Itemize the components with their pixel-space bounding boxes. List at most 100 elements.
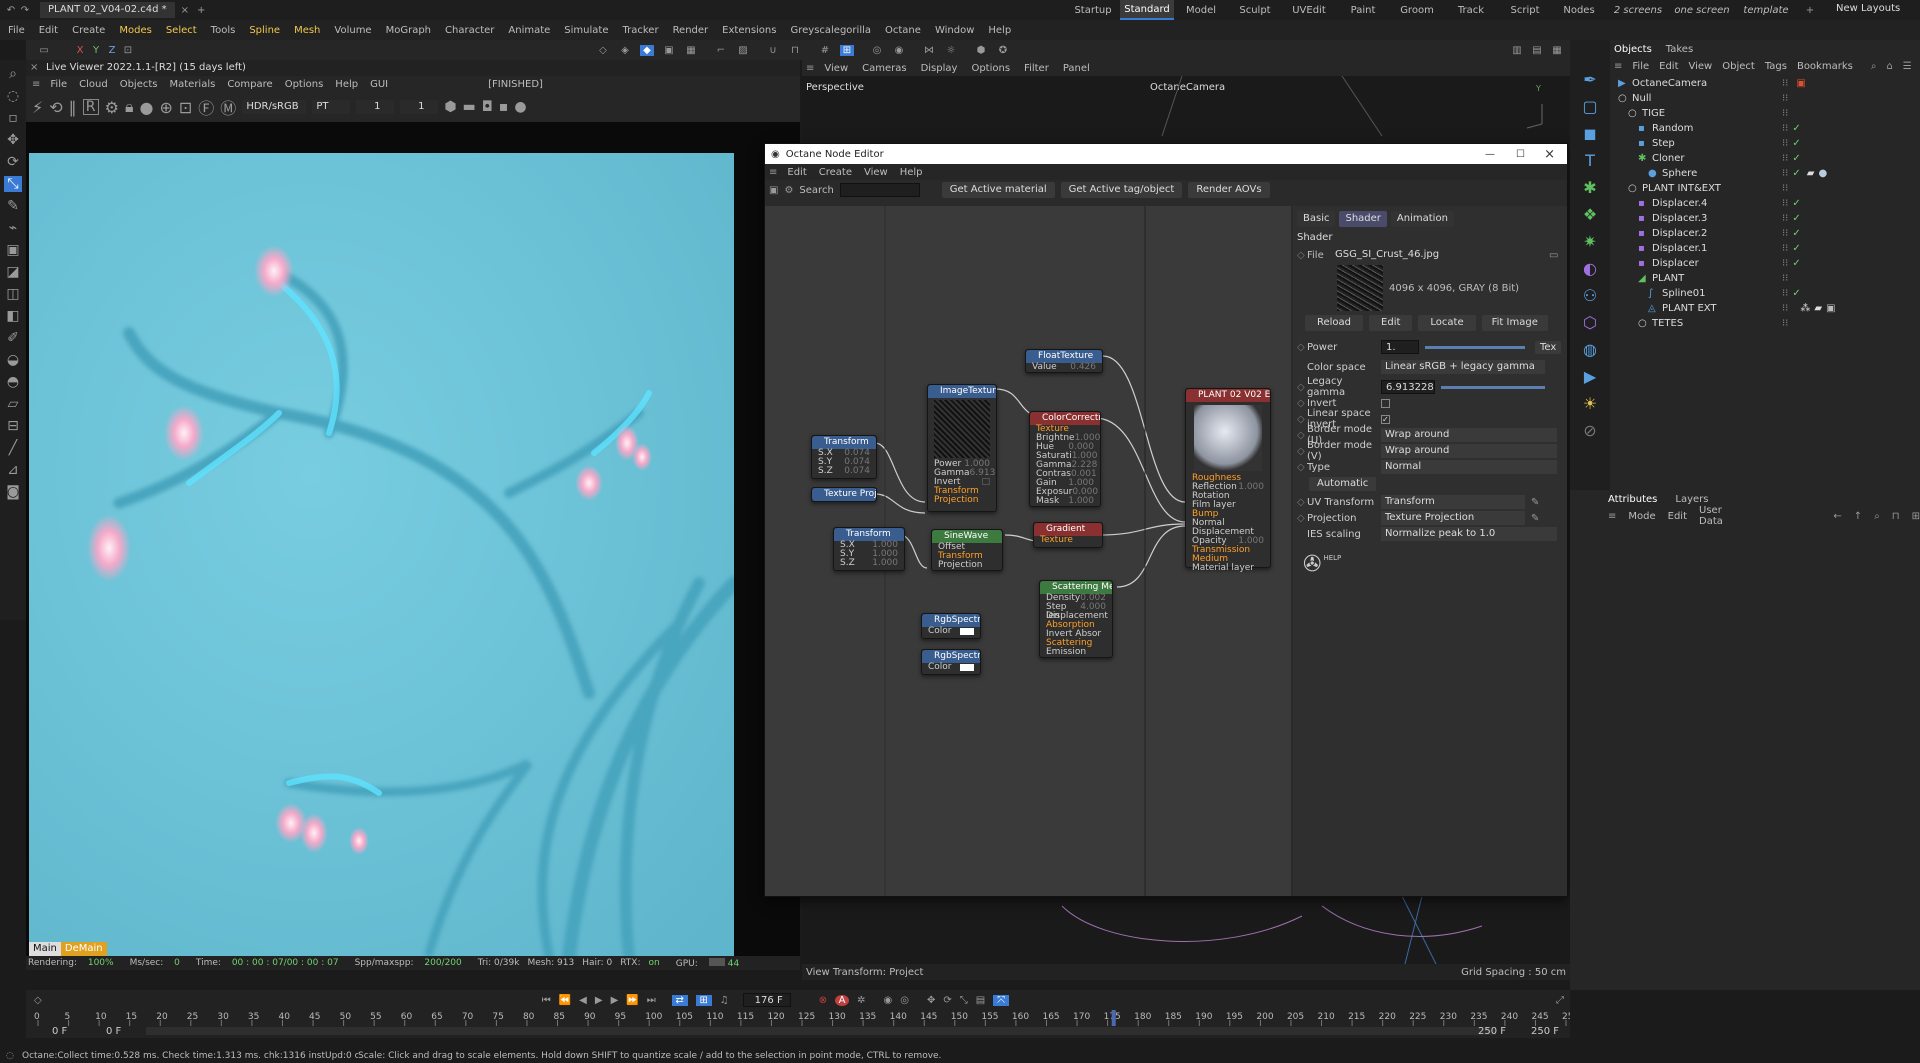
cube-solid-icon[interactable]: ◼ [1583,124,1596,143]
motion-settings-icon[interactable]: ◎ [900,995,909,1006]
record-icon[interactable]: ⊗ [819,995,827,1006]
lv-menu-item[interactable]: Options [285,79,324,90]
generator-icon[interactable]: ✱ [1583,178,1596,197]
object-row[interactable]: ◬ PLANT EXT ⁝⁝ ⁂ ▰ ▣ [1610,301,1920,316]
projection-field[interactable]: Texture Projection [1381,511,1525,525]
enabled-check-icon[interactable]: ✓ [1792,198,1800,209]
menu-item[interactable]: Simulate [564,25,608,36]
hamburger-icon[interactable]: ≡ [806,63,814,74]
ne-menu-item[interactable]: Create [819,167,852,178]
text-icon[interactable]: T [1585,151,1595,170]
color-space-select[interactable]: Linear sRGB + legacy gamma [1381,360,1545,374]
color-swatch[interactable] [960,664,974,671]
get-active-tag-button[interactable]: Get Active tag/object [1060,182,1183,198]
om-menu-item[interactable]: View [1689,61,1713,72]
get-active-material-button[interactable]: Get Active material [941,182,1055,198]
node-gradient[interactable]: Gradient Texture [1033,522,1103,548]
edge-mode-icon[interactable]: ▦ [684,45,698,56]
rotate-icon[interactable]: ⟳ [7,154,19,170]
camera-icon[interactable]: ◘ [482,99,493,115]
visibility-dots[interactable]: ⁝⁝ [1782,78,1788,89]
maximize-icon[interactable]: ☐ [1516,149,1525,160]
file-path[interactable]: GSG_SI_Crust_46.jpg [1331,248,1549,262]
workplane-icon[interactable]: ▱ [8,396,19,412]
mesh-mode-icon[interactable]: ◈ [618,45,632,56]
add-tab-icon[interactable]: + [197,5,205,16]
weld-icon[interactable]: ◧ [6,308,19,324]
file-tab[interactable]: PLANT 02_V04-02.c4d * [40,2,175,18]
ne-menu-item[interactable]: Edit [787,167,806,178]
add-layout-icon[interactable]: + [1798,5,1822,16]
next-frame-icon[interactable]: ▶ [611,995,619,1006]
linear-invert-checkbox[interactable]: ✓ [1381,414,1390,424]
range-icon[interactable]: ⊞ [695,994,712,1006]
tab-animation[interactable]: Animation [1390,211,1454,227]
preview-end-field[interactable]: 250 F [1478,1026,1506,1037]
visibility-dots[interactable]: ⁝⁝ [1782,213,1788,224]
lock-icon[interactable]: ⊓ [788,45,802,56]
effector-icon[interactable]: ✷ [1583,232,1596,251]
box-select-icon[interactable]: ▫ [8,110,18,126]
visibility-dots[interactable]: ⁝⁝ [1782,258,1788,269]
polygon-pen-icon[interactable]: ✐ [7,330,19,346]
z-axis-icon[interactable]: Z [104,45,120,56]
light-icon[interactable]: ☀ [1583,394,1597,413]
keyframe-icon[interactable]: ◇ [1297,382,1307,393]
sphere-icon[interactable]: ● [140,98,154,117]
lv-menu-item[interactable]: Help [335,79,358,90]
edit-button[interactable]: Edit [1369,315,1413,331]
menu-item[interactable]: Octane [885,25,921,36]
am-menu-item[interactable]: Edit [1668,511,1687,522]
loop-icon[interactable]: ⇄ [671,994,688,1006]
undo-icon[interactable]: ↶ [4,5,18,16]
menu-item[interactable]: Modes [119,25,151,36]
layout-tab[interactable]: Nodes [1552,5,1606,16]
guide-icon[interactable]: ╱ [9,440,17,456]
menu-item[interactable]: Spline [249,25,280,36]
menu-item[interactable]: Select [166,25,197,36]
minimize-icon[interactable]: — [1485,149,1495,160]
symmetry-icon[interactable]: ⋈ [922,45,936,56]
node-settings-icon[interactable]: ⚙ [784,185,793,196]
layout-tab[interactable]: template [1734,5,1798,16]
keyframe-icon[interactable]: ◇ [1297,430,1307,441]
scale-icon[interactable]: ⤡ [4,176,22,192]
visibility-dots[interactable]: ⁝⁝ [1782,243,1788,254]
snap-icon[interactable]: ⊞ [840,44,854,56]
gamma-slider[interactable] [1441,385,1545,389]
om-menu-item[interactable]: Edit [1659,61,1678,72]
tab-layers[interactable]: Layers [1675,494,1708,505]
next-key-icon[interactable]: ⏩ [626,995,638,1006]
live-select-icon[interactable]: ◌ [7,88,19,104]
key-param-icon[interactable]: ▤ [976,995,985,1006]
play-icon[interactable]: ▶ [595,995,603,1006]
settings-gear-icon[interactable]: ⚙ [105,98,119,117]
ies-select[interactable]: Normalize peak to 1.0 [1381,527,1557,541]
menu-item[interactable]: Tracker [622,25,658,36]
menu-item[interactable]: Character [445,25,494,36]
lv-menu-item[interactable]: Objects [120,79,158,90]
layout-tab[interactable]: Model [1174,5,1228,16]
preview-start-field[interactable]: 0 F [106,1026,121,1037]
visibility-dots[interactable]: ⁝⁝ [1782,318,1788,329]
automatic-button[interactable]: Automatic [1309,477,1377,491]
node-scattering-medium[interactable]: Scattering Me Density 0.002 Step len 4.000… [1039,580,1113,658]
deformer-icon[interactable]: ◐ [1583,259,1597,278]
render-tab-main[interactable]: Main [29,942,61,956]
visibility-dots[interactable]: ⁝⁝ [1782,198,1788,209]
range-slider[interactable] [146,1027,1496,1035]
bend-icon[interactable]: ⬡ [1583,313,1597,332]
close-icon[interactable]: × [30,62,38,73]
keyframe-icon[interactable]: ◇ [1297,462,1307,473]
new-window-icon[interactable]: ⊞ [1912,511,1920,522]
power-field[interactable]: 1. [1381,340,1419,354]
menu-item[interactable]: Greyscalegorilla [790,25,871,36]
region-icon[interactable]: ⊡ [179,98,192,117]
node-canvas[interactable]: FloatTexture Value 0.426 ImageTexture Pow… [765,206,1291,896]
tex-button[interactable]: Tex [1535,340,1562,354]
invert-checkbox[interactable] [1381,398,1390,408]
om-menu-item[interactable]: File [1632,61,1649,72]
power-slider[interactable] [1425,345,1525,349]
back-arrow-icon[interactable]: ← [1833,511,1841,522]
enabled-check-icon[interactable]: ✓ [1792,243,1800,254]
